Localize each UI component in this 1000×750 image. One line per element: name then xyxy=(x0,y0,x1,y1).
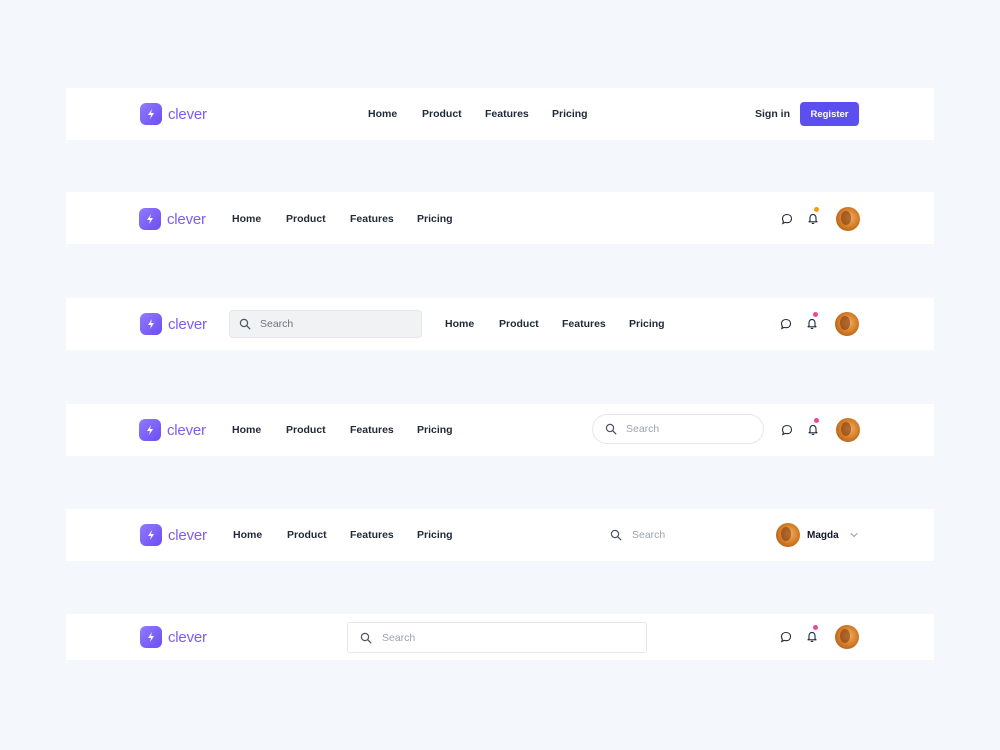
search-placeholder: Search xyxy=(632,529,666,541)
lightning-icon xyxy=(140,313,162,335)
search-icon xyxy=(610,529,622,541)
nav-product[interactable]: Product xyxy=(422,108,462,120)
nav-pricing[interactable]: Pricing xyxy=(629,318,665,330)
search-field[interactable]: Search xyxy=(592,414,764,444)
navbar-4: clever Home Product Features Pricing Sea… xyxy=(66,404,934,456)
lightning-icon xyxy=(140,103,162,125)
search-icon xyxy=(360,632,372,644)
lightning-icon xyxy=(139,419,161,441)
search-field[interactable]: Search xyxy=(606,525,696,545)
lightning-icon xyxy=(140,626,162,648)
brand-name: clever xyxy=(167,210,206,228)
search-field[interactable]: Search xyxy=(347,622,647,653)
logo[interactable]: clever xyxy=(139,208,206,230)
avatar[interactable] xyxy=(835,312,859,336)
sign-in-link[interactable]: Sign in xyxy=(755,108,790,120)
navbar-3: clever Search Home Product Features Pric… xyxy=(66,298,934,350)
brand-name: clever xyxy=(168,315,207,333)
notification-badge xyxy=(813,625,818,630)
nav-pricing[interactable]: Pricing xyxy=(417,213,453,225)
nav-pricing[interactable]: Pricing xyxy=(417,424,453,436)
avatar[interactable] xyxy=(835,625,859,649)
navbar-5: clever Home Product Features Pricing Sea… xyxy=(66,509,934,561)
nav-product[interactable]: Product xyxy=(286,213,326,225)
nav-home[interactable]: Home xyxy=(232,213,261,225)
search-placeholder: Search xyxy=(626,423,660,435)
search-placeholder: Search xyxy=(382,632,416,644)
nav-features[interactable]: Features xyxy=(485,108,529,120)
user-name[interactable]: Magda xyxy=(807,530,839,542)
logo[interactable]: clever xyxy=(140,524,207,546)
logo[interactable]: clever xyxy=(140,626,207,648)
lightning-icon xyxy=(139,208,161,230)
avatar[interactable] xyxy=(836,418,860,442)
search-icon xyxy=(239,318,251,330)
brand-name: clever xyxy=(167,421,206,439)
bell-icon[interactable] xyxy=(806,317,818,330)
nav-features[interactable]: Features xyxy=(350,529,394,541)
nav-features[interactable]: Features xyxy=(350,213,394,225)
chat-icon[interactable] xyxy=(781,213,793,225)
nav-product[interactable]: Product xyxy=(286,424,326,436)
navbar-1: clever Home Product Features Pricing Sig… xyxy=(66,88,934,140)
bell-icon[interactable] xyxy=(807,212,819,225)
nav-product[interactable]: Product xyxy=(287,529,327,541)
bell-icon[interactable] xyxy=(807,423,819,436)
nav-pricing[interactable]: Pricing xyxy=(417,529,453,541)
lightning-icon xyxy=(140,524,162,546)
navbar-6: clever Search xyxy=(66,614,934,660)
chevron-down-icon[interactable] xyxy=(849,531,859,539)
logo[interactable]: clever xyxy=(139,419,206,441)
nav-pricing[interactable]: Pricing xyxy=(552,108,588,120)
nav-features[interactable]: Features xyxy=(350,424,394,436)
register-button[interactable]: Register xyxy=(800,102,859,126)
search-placeholder: Search xyxy=(260,318,294,330)
notification-badge xyxy=(813,312,818,317)
notification-badge xyxy=(814,418,819,423)
bell-icon[interactable] xyxy=(806,630,818,643)
avatar[interactable] xyxy=(776,523,800,547)
brand-name: clever xyxy=(168,628,207,646)
brand-name: clever xyxy=(168,105,207,123)
logo[interactable]: clever xyxy=(140,313,207,335)
brand-name: clever xyxy=(168,526,207,544)
notification-badge xyxy=(814,207,819,212)
search-field[interactable]: Search xyxy=(229,310,422,338)
search-icon xyxy=(605,423,617,435)
nav-home[interactable]: Home xyxy=(233,529,262,541)
logo[interactable]: clever xyxy=(140,103,207,125)
nav-product[interactable]: Product xyxy=(499,318,539,330)
chat-icon[interactable] xyxy=(780,631,792,643)
nav-features[interactable]: Features xyxy=(562,318,606,330)
avatar[interactable] xyxy=(836,207,860,231)
chat-icon[interactable] xyxy=(780,318,792,330)
nav-home[interactable]: Home xyxy=(368,108,397,120)
navbar-2: clever Home Product Features Pricing xyxy=(66,192,934,244)
nav-home[interactable]: Home xyxy=(445,318,474,330)
chat-icon[interactable] xyxy=(781,424,793,436)
nav-home[interactable]: Home xyxy=(232,424,261,436)
